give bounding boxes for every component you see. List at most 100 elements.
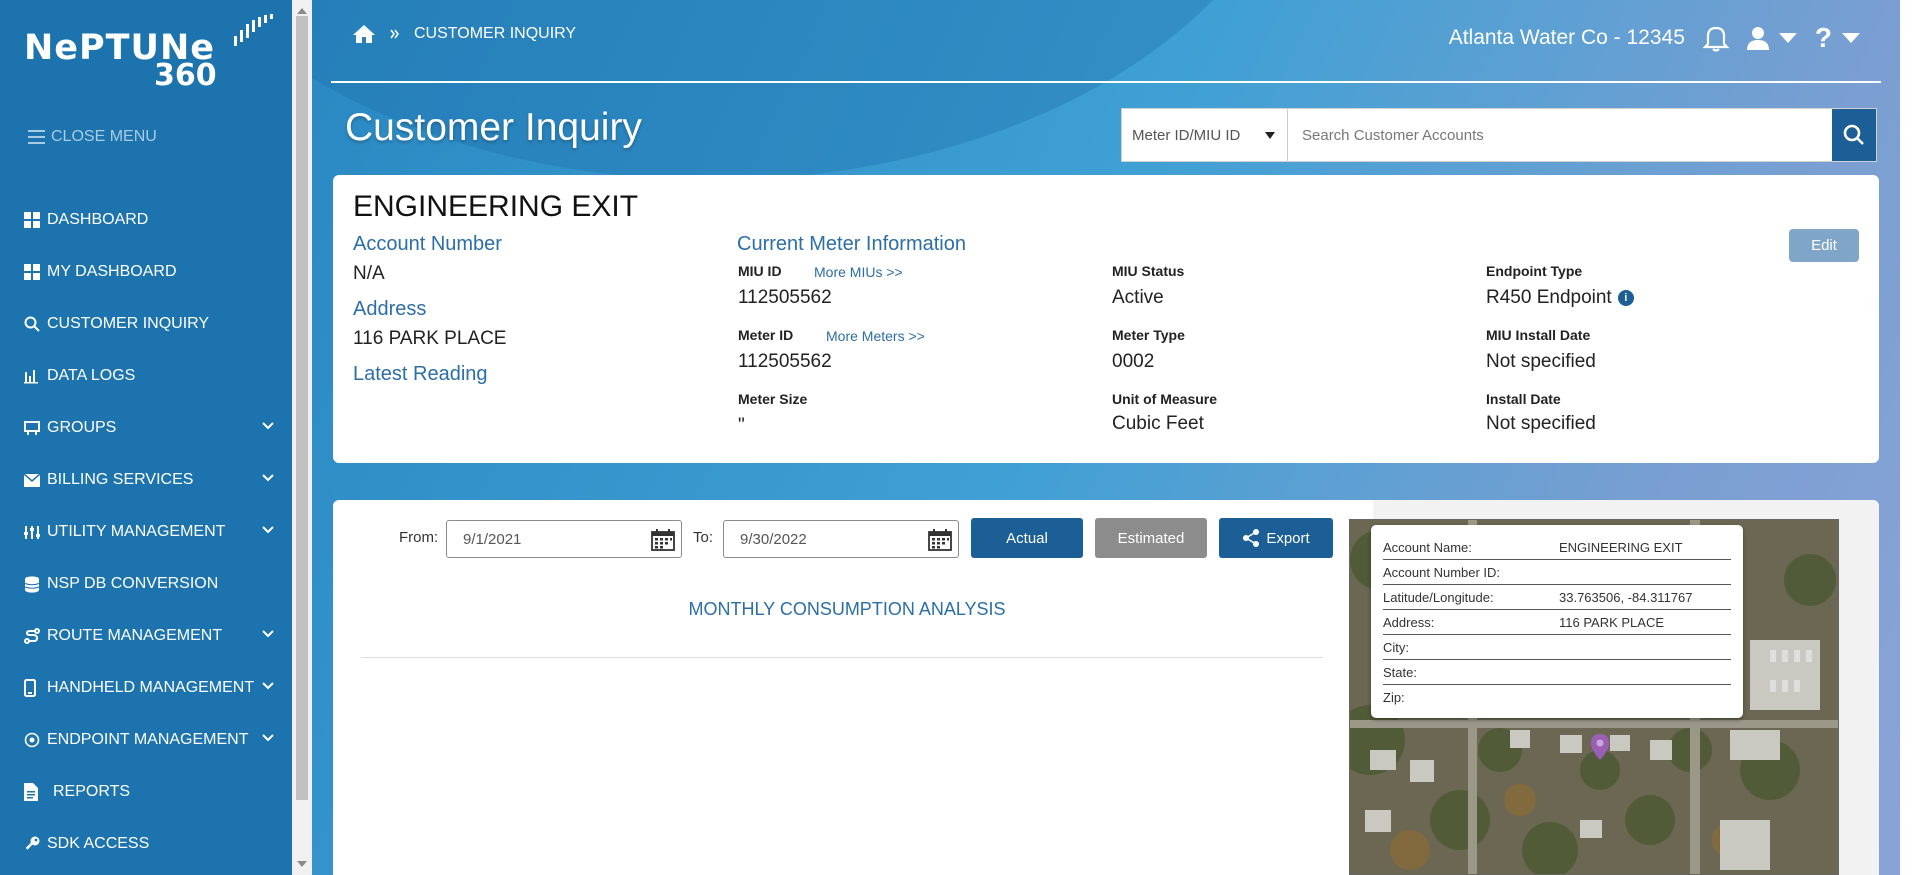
map-info-popup: Account Name: ENGINEERING EXIT Account Nu… xyxy=(1371,525,1743,718)
popup-key: Account Name: xyxy=(1383,539,1472,555)
popup-key: Account Number ID: xyxy=(1383,564,1501,580)
sidebar-item-data-logs[interactable]: DATA LOGS xyxy=(0,350,292,402)
search-type-value: Meter ID/MIU ID xyxy=(1132,126,1241,144)
more-mius-link[interactable]: More MIUs >> xyxy=(814,264,903,280)
sidebar-item-utility-management[interactable]: UTILITY MANAGEMENT xyxy=(0,506,292,558)
popup-value: 33.763506, -84.311767 xyxy=(1559,589,1693,605)
meter-size-label: Meter Size xyxy=(738,391,808,407)
neptune-360-logo[interactable]: NePTUNe 360 xyxy=(24,14,276,94)
from-label: From: xyxy=(399,529,439,546)
key-icon xyxy=(24,835,44,853)
meter-id-value: 112505562 xyxy=(738,351,832,372)
home-icon[interactable] xyxy=(352,24,376,44)
estimated-button[interactable]: Estimated xyxy=(1095,518,1207,558)
popup-row: City: xyxy=(1383,635,1731,660)
account-label: Atlanta Water Co - 12345 xyxy=(1448,26,1685,49)
sidebar-item-label: GROUPS xyxy=(47,419,117,436)
unit-of-measure-label: Unit of Measure xyxy=(1112,391,1218,407)
sidebar-item-label: DASHBOARD xyxy=(47,211,149,228)
search-button[interactable] xyxy=(1832,109,1876,161)
current-meter-info-label: Current Meter Information xyxy=(737,233,966,255)
sidebar-item-customer-inquiry[interactable]: CUSTOMER INQUIRY xyxy=(0,298,292,350)
database-icon xyxy=(24,575,44,593)
popup-row: State: xyxy=(1383,660,1731,685)
chart-title: MONTHLY CONSUMPTION ANALYSIS xyxy=(688,599,1006,619)
search-type-select[interactable]: Meter ID/MIU ID xyxy=(1122,109,1288,161)
to-label: To: xyxy=(693,529,714,546)
calendar-icon[interactable] xyxy=(928,529,952,551)
groups-icon xyxy=(24,419,44,437)
popup-row: Account Number ID: xyxy=(1383,560,1731,585)
main-area: CUSTOMER INQUIRY Atlanta Water Co - 1234… xyxy=(312,0,1900,875)
customer-info-card: ENGINEERING EXIT Account Number N/A Addr… xyxy=(333,175,1879,463)
meter-type-label: Meter Type xyxy=(1112,327,1185,343)
bell-icon[interactable] xyxy=(1702,24,1729,52)
sidebar-item-label: ENDPOINT MANAGEMENT xyxy=(47,731,249,748)
user-menu[interactable] xyxy=(1746,26,1797,50)
top-right-toolbar: Atlanta Water Co - 12345 ? xyxy=(1449,24,1860,52)
document-icon xyxy=(24,783,50,801)
unit-of-measure-value: Cubic Feet xyxy=(1112,413,1204,434)
info-icon[interactable]: i xyxy=(1617,289,1634,306)
install-date-label: Install Date xyxy=(1486,391,1561,407)
to-date-input[interactable]: 9/30/2022 xyxy=(723,520,959,558)
edit-button[interactable]: Edit xyxy=(1789,229,1859,262)
sidebar-item-groups[interactable]: GROUPS xyxy=(0,402,292,454)
breadcrumb: CUSTOMER INQUIRY xyxy=(352,24,576,44)
scrollbar-thumb[interactable] xyxy=(296,16,308,800)
export-button[interactable]: Export xyxy=(1219,518,1333,558)
popup-row: Latitude/Longitude: 33.763506, -84.311767 xyxy=(1383,585,1731,610)
search-input[interactable] xyxy=(1288,109,1832,161)
sidebar-item-label: ROUTE MANAGEMENT xyxy=(47,627,223,644)
sidebar-item-my-dashboard[interactable]: MY DASHBOARD xyxy=(0,246,292,298)
sidebar-item-dashboard[interactable]: DASHBOARD xyxy=(0,194,292,246)
popup-row: Address: 116 PARK PLACE xyxy=(1383,610,1731,635)
sidebar-item-billing-services[interactable]: BILLING SERVICES xyxy=(0,454,292,506)
caret-down-icon xyxy=(1778,33,1797,43)
popup-key: Zip: xyxy=(1383,690,1405,705)
search-icon xyxy=(1843,124,1864,145)
map-pin-icon[interactable] xyxy=(1591,734,1609,760)
logo-number: 360 xyxy=(154,58,217,93)
sidebar-item-handheld-management[interactable]: HANDHELD MANAGEMENT xyxy=(0,662,292,714)
sidebar-item-label: CUSTOMER INQUIRY xyxy=(47,315,210,332)
close-menu-button[interactable]: CLOSE MENU xyxy=(28,128,157,146)
customer-name: ENGINEERING EXIT xyxy=(353,190,639,223)
endpoint-type-label: Endpoint Type xyxy=(1486,263,1583,279)
chevron-down-icon xyxy=(262,422,274,430)
popup-row: Account Name: ENGINEERING EXIT xyxy=(1383,535,1731,560)
sidebar-item-label: SDK ACCESS xyxy=(47,835,150,852)
more-meters-link[interactable]: More Meters >> xyxy=(826,328,925,344)
sidebar-item-endpoint-management[interactable]: ENDPOINT MANAGEMENT xyxy=(0,714,292,766)
scroll-up-arrow-icon[interactable] xyxy=(297,8,307,14)
calendar-icon[interactable] xyxy=(651,529,675,551)
miu-install-date-label: MIU Install Date xyxy=(1486,327,1591,343)
endpoint-type-value: R450 Endpoint xyxy=(1486,287,1612,308)
address-value: 116 PARK PLACE xyxy=(353,328,507,349)
meter-type-value: 0002 xyxy=(1112,351,1155,372)
sidebar-item-sdk-access[interactable]: SDK ACCESS xyxy=(0,818,292,870)
actual-button[interactable]: Actual xyxy=(971,518,1083,558)
sidebar-item-route-management[interactable]: ROUTE MANAGEMENT xyxy=(0,610,292,662)
scroll-down-arrow-icon[interactable] xyxy=(297,861,307,867)
miu-id-value: 112505562 xyxy=(738,287,832,308)
endpoint-type-row: R450 Endpoint i xyxy=(1486,287,1634,309)
popup-key: Latitude/Longitude: xyxy=(1383,589,1494,605)
install-date-value: Not specified xyxy=(1486,413,1596,434)
grid-icon xyxy=(24,211,44,229)
to-date-value: 9/30/2022 xyxy=(740,530,807,548)
sidebar-item-nsp-db-conversion[interactable]: NSP DB CONVERSION xyxy=(0,558,292,610)
help-menu[interactable]: ? xyxy=(1815,24,1860,52)
popup-key: State: xyxy=(1383,664,1417,680)
envelope-icon xyxy=(24,471,44,489)
sidebar-item-label: BILLING SERVICES xyxy=(47,471,194,488)
sidebar-item-label: NSP DB CONVERSION xyxy=(47,575,219,592)
breadcrumb-current: CUSTOMER INQUIRY xyxy=(414,25,577,42)
account-number-value: N/A xyxy=(353,263,385,284)
popup-value: 116 PARK PLACE xyxy=(1559,614,1665,630)
chart-divider xyxy=(361,657,1323,658)
miu-status-value: Active xyxy=(1112,287,1164,308)
from-date-input[interactable]: 9/1/2021 xyxy=(446,520,682,558)
sidebar-item-reports[interactable]: REPORTS xyxy=(0,766,292,818)
chevron-down-icon xyxy=(262,682,274,690)
